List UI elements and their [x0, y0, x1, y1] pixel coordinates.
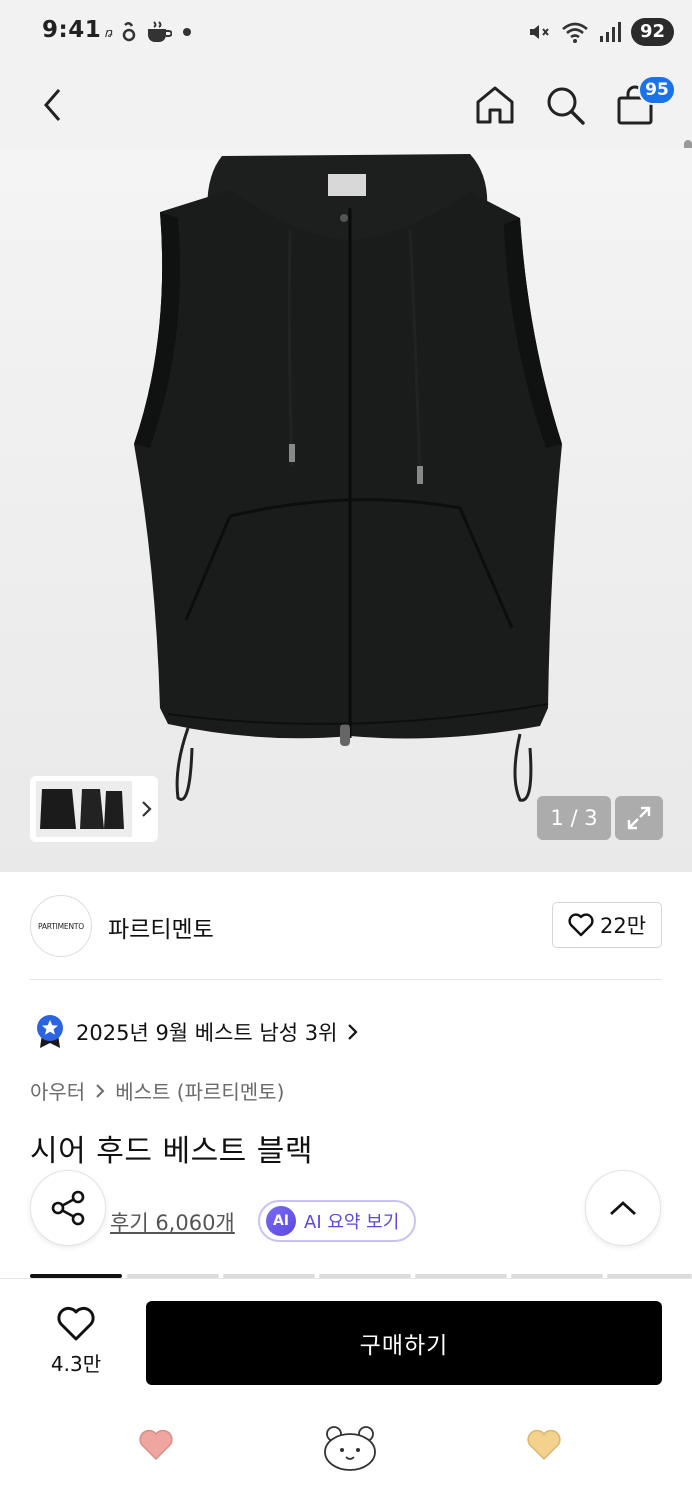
search-button[interactable]	[540, 80, 590, 130]
ranking-link[interactable]: 2025년 9월 베스트 남성 3위	[34, 1014, 359, 1050]
yellow-heart-icon[interactable]	[526, 1428, 562, 1462]
status-notification-icons: ꬻ	[104, 18, 192, 46]
netflix-icon: ꬻ	[104, 26, 113, 41]
share-icon	[51, 1190, 85, 1226]
bottom-action-bar: 4.3만 구매하기	[0, 1278, 692, 1398]
chevron-right-icon	[96, 1083, 105, 1098]
section-divider	[30, 979, 662, 980]
app-header: 95	[0, 64, 692, 206]
status-time: 9:41	[42, 17, 102, 43]
pink-heart-icon[interactable]	[138, 1428, 174, 1462]
brand-logo[interactable]: PARTIMENTO	[30, 895, 92, 957]
brand-like-button[interactable]: 22만	[552, 902, 662, 948]
mute-icon	[529, 25, 549, 39]
chevron-left-icon	[44, 89, 61, 121]
system-navigation-bar	[0, 1398, 692, 1500]
brand-name[interactable]: 파르티멘토	[108, 910, 214, 944]
ai-summary-label: AI 요약 보기	[304, 1212, 400, 1233]
back-button[interactable]	[28, 80, 78, 130]
wishlist-button[interactable]: 4.3만	[30, 1301, 122, 1381]
thumbnail-images	[36, 781, 132, 837]
signal-icon	[599, 22, 621, 42]
heart-outline-icon	[568, 913, 594, 937]
breadcrumb: 아우터 베스트 (파르티멘토)	[30, 1076, 284, 1105]
review-count-link[interactable]: 후기 6,060개	[110, 1207, 235, 1237]
product-image-gallery[interactable]	[0, 148, 692, 872]
status-system-icons: 92	[527, 16, 674, 48]
status-bar: 9:41 ꬻ 92	[0, 0, 692, 64]
vest-product-image	[134, 154, 562, 802]
chevron-right-icon	[348, 1024, 358, 1040]
breadcrumb-category[interactable]: 아우터	[30, 1076, 85, 1105]
cart-button[interactable]: 95	[610, 75, 676, 130]
coffee-icon	[148, 21, 173, 42]
bear-face-icon[interactable]	[322, 1424, 378, 1472]
thumbnail-strip[interactable]	[30, 776, 158, 842]
chevron-up-icon	[610, 1201, 636, 1216]
ai-summary-button[interactable]: AI AI 요약 보기	[258, 1200, 416, 1242]
cart-count-badge: 95	[638, 75, 676, 105]
thread-icon	[122, 22, 136, 42]
ai-badge-icon: AI	[266, 1206, 296, 1236]
gallery-page-indicator: 1 / 3	[537, 796, 611, 840]
wishlist-count: 4.3만	[50, 1351, 102, 1376]
expand-icon	[627, 806, 651, 830]
brand-like-count: 22만	[599, 914, 647, 938]
buy-button[interactable]: 구매하기	[146, 1301, 662, 1385]
product-title: 시어 후드 베스트 블랙	[30, 1134, 314, 1169]
chevron-right-icon	[142, 801, 152, 817]
heart-outline-icon	[57, 1306, 95, 1340]
search-icon	[547, 87, 585, 125]
expand-image-button[interactable]	[615, 796, 663, 840]
battery-indicator: 92	[630, 18, 674, 46]
scroll-to-top-button[interactable]	[585, 1170, 661, 1246]
wifi-icon	[562, 22, 588, 43]
ranking-badge-icon	[37, 1015, 63, 1048]
ranking-text: 2025년 9월 베스트 남성 3위	[76, 1021, 338, 1045]
home-icon	[476, 86, 514, 124]
share-button[interactable]	[30, 1170, 106, 1246]
breadcrumb-subcategory[interactable]: 베스트 (파르티멘토)	[115, 1076, 284, 1105]
dot-icon	[183, 28, 192, 36]
home-button[interactable]	[470, 80, 520, 130]
